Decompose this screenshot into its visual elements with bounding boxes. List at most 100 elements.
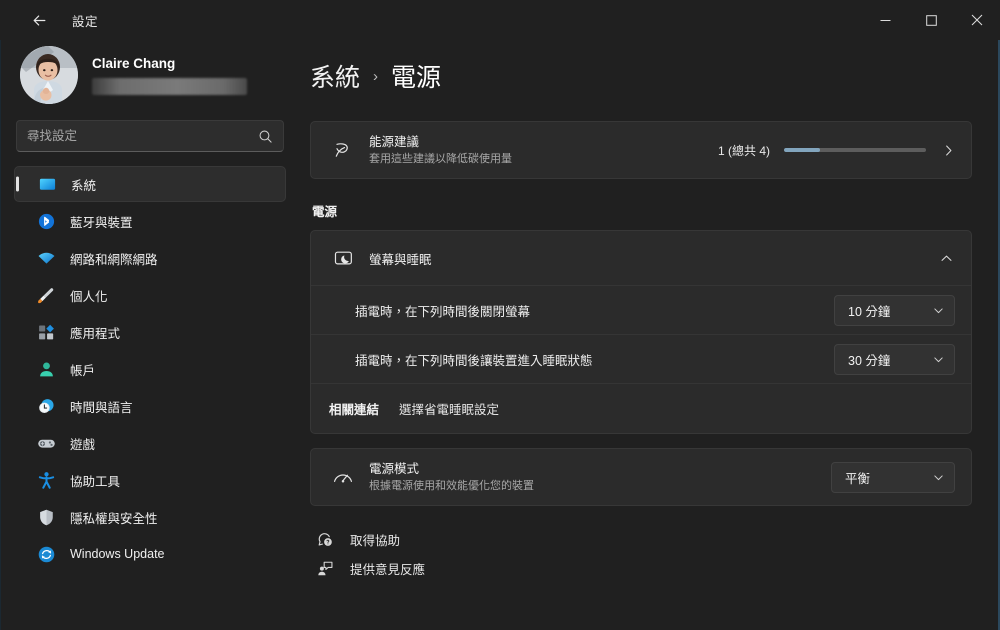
display-icon	[37, 174, 57, 194]
paintbrush-icon	[36, 285, 56, 305]
sidebar-item-apps[interactable]: 應用程式	[14, 314, 286, 350]
gamepad-icon	[36, 433, 56, 453]
breadcrumb-parent[interactable]: 系統	[310, 58, 360, 94]
feedback-icon	[316, 560, 334, 577]
screen-off-dropdown[interactable]: 10 分鐘	[834, 294, 955, 326]
sidebar-item-label: 協助工具	[70, 474, 121, 489]
sidebar-item-bluetooth[interactable]: 藍牙與裝置	[14, 203, 286, 239]
chevron-right-icon[interactable]	[942, 144, 955, 157]
power-mode-value: 平衡	[845, 471, 871, 486]
sidebar-item-gaming[interactable]: 遊戲	[14, 425, 286, 461]
search-input[interactable]	[27, 129, 258, 143]
sleep-row: 插電時，在下列時間後讓裝置進入睡眠狀態 30 分鐘	[311, 334, 971, 383]
get-help-link[interactable]: 取得協助	[316, 530, 972, 549]
energy-progress-bar	[784, 148, 926, 152]
account-tile[interactable]: Claire Chang	[14, 40, 286, 118]
screen-and-sleep-label: 螢幕與睡眠	[369, 252, 432, 267]
give-feedback-label: 提供意見反應	[350, 563, 426, 577]
chevron-down-icon	[933, 472, 944, 483]
sidebar-item-label: 隱私權與安全性	[70, 511, 158, 526]
window-title: 設定	[72, 14, 99, 29]
power-mode-row: 電源模式 根據電源使用和效能優化您的裝置 平衡	[311, 449, 971, 505]
sidebar-item-personalization[interactable]: 個人化	[14, 277, 286, 313]
sidebar-item-time-language[interactable]: 時間與語言	[14, 388, 286, 424]
page-title: 電源	[391, 64, 442, 92]
sidebar-nav: 系統 藍牙與裝置 網路和網際網路 個人化 應用程式 帳戶 時間與語言 遊戲 協助…	[14, 166, 286, 630]
title-bar: 設定	[0, 0, 1000, 40]
screen-off-label: 插電時，在下列時間後關閉螢幕	[355, 304, 531, 319]
sidebar-item-windows-update[interactable]: Windows Update	[14, 536, 286, 572]
sidebar-item-label: 個人化	[70, 289, 108, 304]
sidebar-item-label: 時間與語言	[70, 400, 133, 415]
sidebar-item-label: 系統	[71, 178, 97, 193]
accessibility-icon	[36, 470, 56, 490]
sidebar-item-accessibility[interactable]: 協助工具	[14, 462, 286, 498]
breadcrumb: 系統 › 電源	[310, 58, 972, 94]
sleep-dropdown[interactable]: 30 分鐘	[834, 343, 955, 375]
sidebar-item-label: Windows Update	[70, 547, 165, 561]
bluetooth-icon	[36, 211, 56, 231]
gauge-icon	[329, 466, 357, 488]
back-button[interactable]	[22, 3, 56, 37]
power-mode-subtitle: 根據電源使用和效能優化您的裝置	[369, 479, 534, 492]
sidebar-item-accounts[interactable]: 帳戶	[14, 351, 286, 387]
energy-progress-fill	[784, 148, 820, 152]
main-content: 系統 › 電源 能源建議 套用這些建議以降低碳使用量 1 (總共 4) 電源 螢…	[300, 40, 1000, 630]
power-mode-card: 電源模式 根據電源使用和效能優化您的裝置 平衡	[310, 448, 972, 506]
sidebar-item-label: 網路和網際網路	[70, 252, 158, 267]
power-mode-dropdown[interactable]: 平衡	[831, 461, 955, 493]
breadcrumb-separator: ›	[373, 67, 379, 85]
window-body: Claire Chang 尋找設定 系統 藍牙與裝置 網路和網際網路 個人化 應…	[0, 40, 1000, 630]
sleep-label: 插電時，在下列時間後讓裝置進入睡眠狀態	[355, 353, 593, 368]
update-icon	[36, 544, 56, 564]
sidebar-item-label: 應用程式	[70, 326, 121, 341]
screen-sleep-icon	[329, 248, 357, 269]
sidebar-item-label: 遊戲	[70, 437, 96, 452]
related-link-power-sleep-settings[interactable]: 選擇省電睡眠設定	[399, 399, 499, 418]
energy-text: 能源建議 套用這些建議以降低碳使用量	[369, 133, 718, 168]
account-icon	[36, 359, 56, 379]
power-mode-text: 電源模式 根據電源使用和效能優化您的裝置	[369, 460, 831, 495]
search-box[interactable]	[16, 120, 284, 152]
give-feedback-link[interactable]: 提供意見反應	[316, 559, 972, 578]
energy-subtitle: 套用這些建議以降低碳使用量	[369, 152, 512, 165]
account-text: Claire Chang	[92, 56, 247, 95]
settings-window: 設定 Claire Chang 尋找設定 系統 藍牙與裝置 網路和網際網路 個人…	[0, 0, 1000, 630]
power-section-label: 電源	[312, 205, 338, 219]
energy-recommendation-card[interactable]: 能源建議 套用這些建議以降低碳使用量 1 (總共 4)	[310, 121, 972, 179]
sidebar-item-label: 藍牙與裝置	[70, 215, 133, 230]
help-icon	[316, 531, 334, 548]
get-help-label: 取得協助	[350, 534, 401, 548]
screen-off-value: 10 分鐘	[848, 304, 891, 319]
sidebar-item-label: 帳戶	[70, 363, 96, 378]
screen-and-sleep-card: 螢幕與睡眠 插電時，在下列時間後關閉螢幕 10 分鐘 插電時，在下列時間後讓裝置…	[310, 230, 972, 434]
account-email-masked	[92, 77, 247, 95]
related-links-row: 相關連結 選擇省電睡眠設定	[311, 383, 971, 433]
chevron-up-icon[interactable]	[940, 252, 953, 265]
minimize-button[interactable]	[862, 0, 908, 40]
maximize-button[interactable]	[908, 0, 954, 40]
sidebar-item-privacy-security[interactable]: 隱私權與安全性	[14, 499, 286, 535]
sleep-value: 30 分鐘	[848, 353, 891, 368]
shield-icon	[36, 507, 56, 527]
power-mode-title: 電源模式	[369, 461, 420, 476]
leaf-icon	[329, 139, 359, 161]
account-name: Claire Chang	[92, 55, 176, 71]
related-links-label: 相關連結	[329, 403, 380, 417]
clock-icon	[36, 396, 56, 416]
sidebar-item-system[interactable]: 系統	[14, 166, 286, 202]
chevron-down-icon	[933, 354, 944, 365]
avatar	[20, 46, 78, 104]
chevron-down-icon	[933, 305, 944, 316]
apps-icon	[36, 322, 56, 342]
energy-title: 能源建議	[369, 134, 420, 149]
close-button[interactable]	[954, 0, 1000, 40]
footer-links: 取得協助 提供意見反應	[310, 530, 972, 578]
sidebar-item-network[interactable]: 網路和網際網路	[14, 240, 286, 276]
screen-off-row: 插電時，在下列時間後關閉螢幕 10 分鐘	[311, 285, 971, 334]
energy-count: 1 (總共 4)	[717, 143, 770, 158]
search-icon	[258, 129, 273, 144]
wifi-icon	[36, 248, 56, 268]
screen-and-sleep-header[interactable]: 螢幕與睡眠	[311, 231, 971, 285]
sidebar: Claire Chang 尋找設定 系統 藍牙與裝置 網路和網際網路 個人化 應…	[0, 40, 300, 630]
